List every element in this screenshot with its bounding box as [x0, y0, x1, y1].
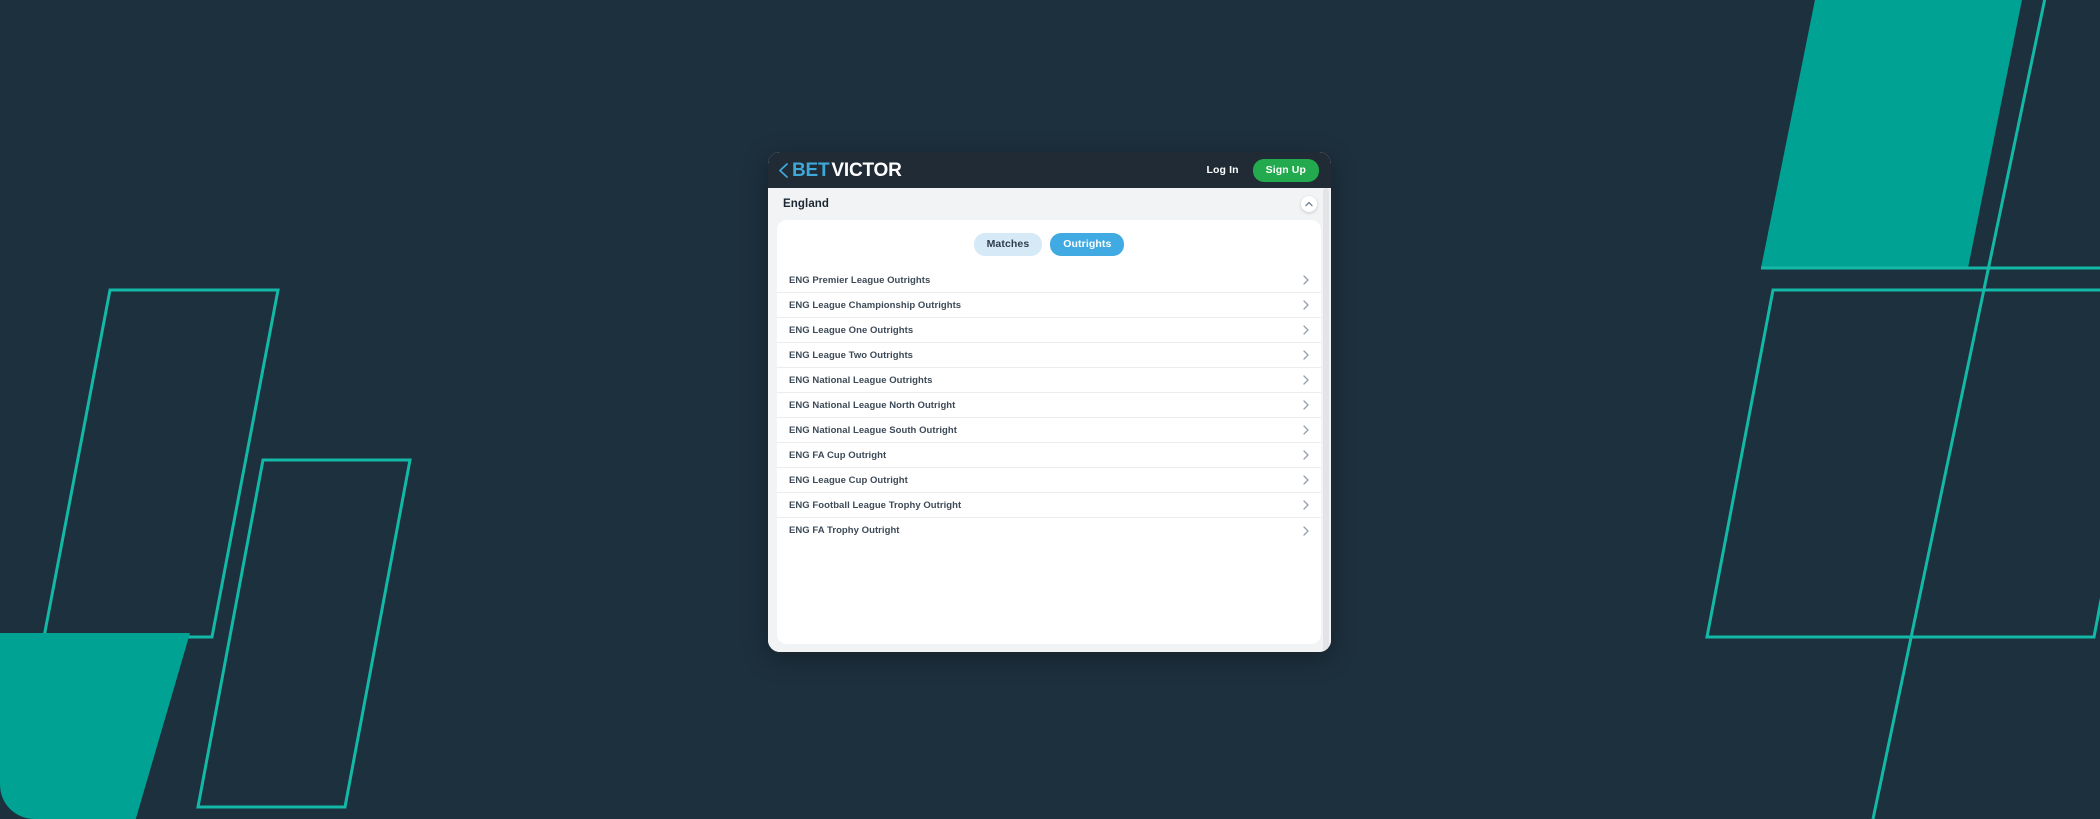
chevron-right-icon [1303, 325, 1309, 335]
list-item[interactable]: ENG FA Trophy Outright [777, 518, 1321, 543]
list-item[interactable]: ENG League Cup Outright [777, 468, 1321, 493]
tab-matches[interactable]: Matches [973, 232, 1043, 256]
list-item-label: ENG Football League Trophy Outright [789, 499, 962, 511]
app-topbar: BET VICTOR Log In Sign Up [768, 152, 1331, 188]
list-item-label: ENG League Two Outrights [789, 349, 913, 361]
page-title: England [783, 198, 830, 210]
chevron-up-icon [1305, 201, 1313, 207]
card-scrollbar[interactable] [1323, 188, 1329, 652]
chevron-right-icon [1303, 300, 1309, 310]
app-card: BET VICTOR Log In Sign Up England Matches… [768, 152, 1331, 652]
content-panel-wrapper: Matches Outrights ENG Premier League Outr… [768, 220, 1331, 652]
decor-filled-left [0, 633, 190, 819]
brand-text-victor: VICTOR [831, 159, 902, 181]
chevron-right-icon [1303, 450, 1309, 460]
list-item-label: ENG League Championship Outrights [789, 299, 962, 311]
decor-outline-left-lower [196, 458, 412, 809]
chevron-right-icon [1303, 375, 1309, 385]
list-item-label: ENG FA Cup Outright [789, 449, 887, 461]
chevron-right-icon [1303, 400, 1309, 410]
list-item[interactable]: ENG National League North Outright [777, 393, 1321, 418]
tab-outrights[interactable]: Outrights [1050, 232, 1125, 256]
tab-bar: Matches Outrights [777, 220, 1321, 268]
outrights-list: ENG Premier League Outrights ENG League C… [777, 268, 1321, 644]
decor-outline-right-upper [1705, 288, 2100, 639]
chevron-right-icon [1303, 350, 1309, 360]
chevron-right-icon [1303, 425, 1309, 435]
list-item[interactable]: ENG Premier League Outrights [777, 268, 1321, 293]
list-item[interactable]: ENG League Championship Outrights [777, 293, 1321, 318]
app-body: England Matches Outrights ENG Premier Lea… [768, 188, 1331, 652]
chevron-right-icon [1303, 525, 1309, 536]
decor-diagonal-right [1871, 0, 2055, 819]
chevron-right-icon [1303, 475, 1309, 485]
list-item[interactable]: ENG National League Outrights [777, 368, 1321, 393]
list-item[interactable]: ENG Football League Trophy Outright [777, 493, 1321, 518]
decor-outline-left-upper [42, 288, 280, 639]
list-item[interactable]: ENG League One Outrights [777, 318, 1321, 343]
decor-filled-right [1761, 0, 2030, 268]
list-item-label: ENG National League Outrights [789, 374, 933, 386]
chevron-left-icon[interactable] [778, 162, 789, 179]
login-link[interactable]: Log In [1207, 164, 1239, 176]
list-item-label: ENG League One Outrights [789, 324, 914, 336]
list-item-label: ENG National League South Outright [789, 424, 957, 436]
brand-text-bet: BET [792, 159, 830, 181]
decor-outline-right-spare [1880, 0, 2100, 780]
list-item[interactable]: ENG FA Cup Outright [777, 443, 1321, 468]
page-root: BET VICTOR Log In Sign Up England Matches… [0, 0, 2100, 819]
signup-button[interactable]: Sign Up [1252, 158, 1319, 182]
list-item-label: ENG National League North Outright [789, 399, 956, 411]
list-item[interactable]: ENG League Two Outrights [777, 343, 1321, 368]
chevron-right-icon [1303, 500, 1309, 510]
list-item-label: ENG League Cup Outright [789, 474, 908, 486]
list-item-label: ENG FA Trophy Outright [789, 525, 900, 536]
list-item[interactable]: ENG National League South Outright [777, 418, 1321, 443]
section-header: England [768, 188, 1331, 220]
chevron-right-icon [1303, 275, 1309, 285]
list-item-label: ENG Premier League Outrights [789, 274, 931, 286]
collapse-section-button[interactable] [1301, 196, 1317, 212]
brand-logo[interactable]: BET VICTOR [778, 161, 902, 180]
content-panel: Matches Outrights ENG Premier League Outr… [777, 220, 1321, 644]
card-scrollbar-thumb[interactable] [1323, 188, 1329, 652]
topbar-actions: Log In Sign Up [1207, 158, 1319, 182]
